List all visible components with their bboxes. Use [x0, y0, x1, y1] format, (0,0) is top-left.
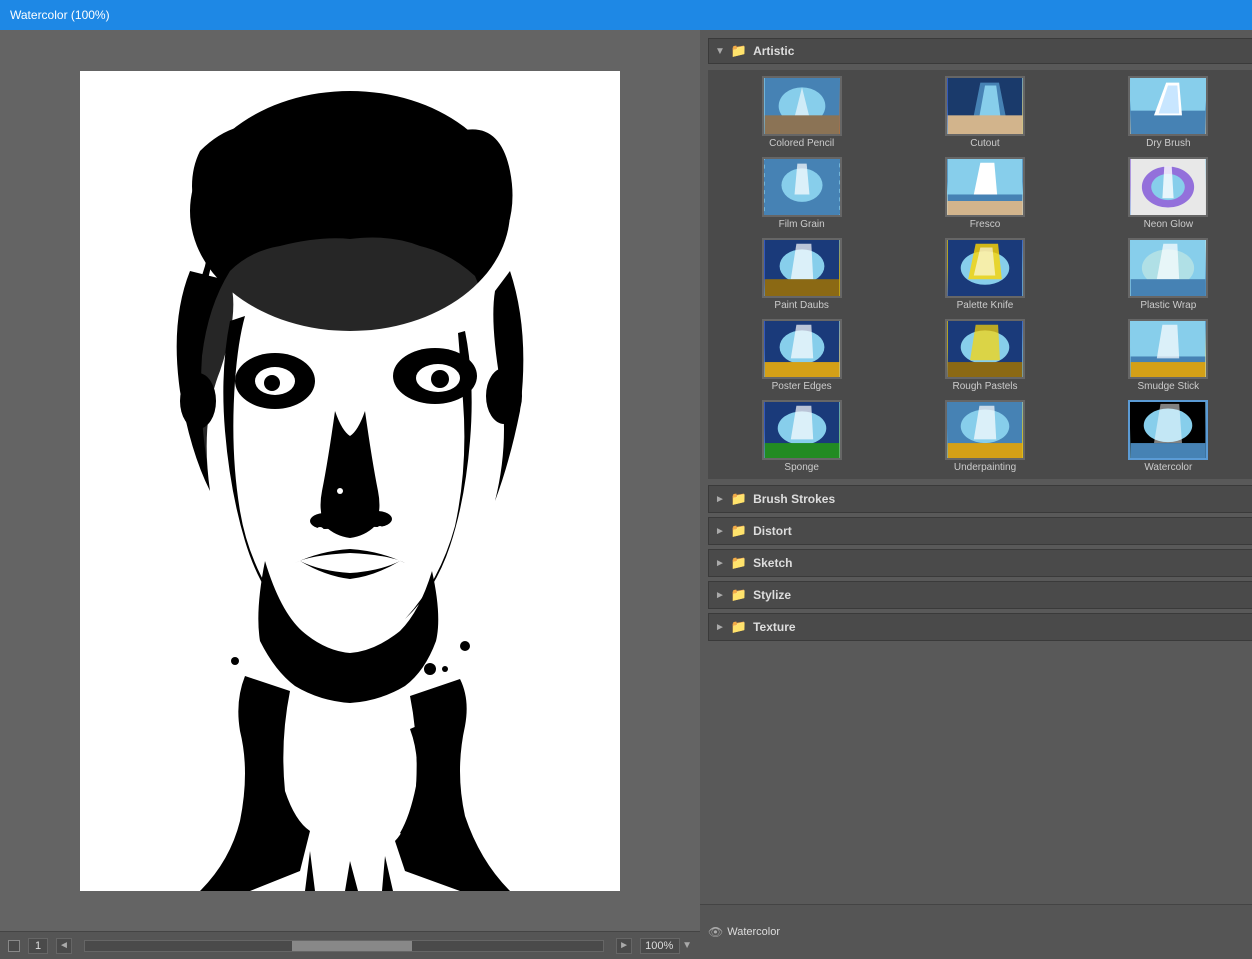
texture-expand-arrow: ►	[715, 622, 725, 633]
filter-thumb-poster-edges	[762, 319, 842, 379]
artistic-category-header[interactable]: ▼ 📁 Artistic	[708, 38, 1252, 64]
filter-list-panel: ▼ 📁 Artistic Colored Pencil	[700, 30, 1252, 904]
filter-name-neon-glow: Neon Glow	[1144, 219, 1193, 230]
filter-thumb-colored-pencil	[762, 76, 842, 136]
filter-name-plastic-wrap: Plastic Wrap	[1140, 300, 1196, 311]
filter-palette-knife[interactable]: Palette Knife	[895, 236, 1074, 313]
filter-name-dry-brush: Dry Brush	[1146, 138, 1190, 149]
texture-folder-icon: 📁	[731, 619, 747, 635]
filter-film-grain[interactable]: Film Grain	[712, 155, 891, 232]
filter-thumb-smudge-stick	[1128, 319, 1208, 379]
filter-fresco[interactable]: Fresco	[895, 155, 1074, 232]
filter-thumb-paint-daubs	[762, 238, 842, 298]
effect-watercolor-item[interactable]: 👁 Watercolor	[708, 925, 780, 939]
filter-thumb-neon-glow	[1128, 157, 1208, 217]
filter-thumb-dry-brush	[1128, 76, 1208, 136]
filter-name-palette-knife: Palette Knife	[957, 300, 1014, 311]
horizontal-scrollbar[interactable]	[84, 940, 604, 952]
filter-thumb-rough-pastels	[945, 319, 1025, 379]
scroll-right-arrow[interactable]: ►	[616, 938, 632, 954]
filter-rough-pastels[interactable]: Rough Pastels	[895, 317, 1074, 394]
filter-name-watercolor: Watercolor	[1144, 462, 1192, 473]
effects-list: 👁 Watercolor 🗒 🗑	[700, 904, 1252, 959]
distort-label: Distort	[753, 524, 792, 538]
filter-poster-edges[interactable]: Poster Edges	[712, 317, 891, 394]
scroll-left-arrow[interactable]: ◄	[56, 938, 72, 954]
filter-name-cutout: Cutout	[970, 138, 999, 149]
filter-colored-pencil[interactable]: Colored Pencil	[712, 74, 891, 151]
filter-grid: Colored Pencil Cutout Dry	[708, 70, 1252, 479]
sketch-expand-arrow: ►	[715, 558, 725, 569]
title-bar: Watercolor (100%)	[0, 0, 1252, 30]
zoom-value[interactable]: 100%	[640, 938, 680, 954]
filter-dry-brush[interactable]: Dry Brush	[1079, 74, 1252, 151]
filter-neon-glow[interactable]: Neon Glow	[1079, 155, 1252, 232]
filter-sponge[interactable]: Sponge	[712, 398, 891, 475]
stylize-label: Stylize	[753, 588, 791, 602]
texture-label: Texture	[753, 620, 795, 634]
sketch-label: Sketch	[753, 556, 792, 570]
filter-name-film-grain: Film Grain	[779, 219, 825, 230]
filter-name-poster-edges: Poster Edges	[772, 381, 832, 392]
canvas-image	[80, 71, 620, 891]
category-sketch[interactable]: ► 📁 Sketch	[708, 549, 1252, 577]
category-brush-strokes[interactable]: ► 📁 Brush Strokes	[708, 485, 1252, 513]
brush-strokes-label: Brush Strokes	[753, 492, 835, 506]
filter-thumb-palette-knife	[945, 238, 1025, 298]
category-stylize[interactable]: ► 📁 Stylize	[708, 581, 1252, 609]
canvas-bottom-bar: 1 ◄ ► 100% ▼	[0, 931, 700, 959]
canvas-container	[0, 30, 700, 931]
stylize-expand-arrow: ►	[715, 590, 725, 601]
zoom-dropdown-arrow[interactable]: ▼	[682, 940, 692, 951]
filter-underpainting[interactable]: Underpainting	[895, 398, 1074, 475]
filter-paint-daubs[interactable]: Paint Daubs	[712, 236, 891, 313]
top-right-area: ▼ 📁 Artistic Colored Pencil	[700, 30, 1252, 904]
filter-smudge-stick[interactable]: Smudge Stick	[1079, 317, 1252, 394]
filter-cutout[interactable]: Cutout	[895, 74, 1074, 151]
filter-thumb-cutout	[945, 76, 1025, 136]
artistic-label: Artistic	[753, 44, 794, 58]
distort-expand-arrow: ►	[715, 526, 725, 537]
checkbox-1[interactable]	[8, 940, 20, 952]
stylize-folder-icon: 📁	[731, 587, 747, 603]
canvas-area: 1 ◄ ► 100% ▼	[0, 30, 700, 959]
artistic-folder-icon: 📁	[731, 43, 747, 59]
filter-thumb-watercolor	[1128, 400, 1208, 460]
filter-name-fresco: Fresco	[970, 219, 1001, 230]
filter-thumb-underpainting	[945, 400, 1025, 460]
category-texture[interactable]: ► 📁 Texture	[708, 613, 1252, 641]
brush-strokes-folder-icon: 📁	[731, 491, 747, 507]
scroll-thumb[interactable]	[292, 941, 412, 951]
filter-thumb-film-grain	[762, 157, 842, 217]
brush-strokes-expand-arrow: ►	[715, 494, 725, 505]
filter-name-underpainting: Underpainting	[954, 462, 1016, 473]
right-wrapper: ▼ 📁 Artistic Colored Pencil	[700, 30, 1252, 959]
eye-icon[interactable]: 👁	[708, 925, 723, 939]
artistic-expand-arrow: ▼	[715, 46, 725, 57]
page-number: 1	[28, 938, 48, 954]
filter-thumb-plastic-wrap	[1128, 238, 1208, 298]
filter-name-paint-daubs: Paint Daubs	[774, 300, 828, 311]
filter-thumb-fresco	[945, 157, 1025, 217]
window-title: Watercolor (100%)	[10, 8, 110, 22]
effect-label: Watercolor	[727, 926, 780, 938]
filter-name-rough-pastels: Rough Pastels	[952, 381, 1017, 392]
filter-name-smudge-stick: Smudge Stick	[1137, 381, 1199, 392]
zoom-control: 100% ▼	[640, 938, 692, 954]
category-distort[interactable]: ► 📁 Distort	[708, 517, 1252, 545]
filter-plastic-wrap[interactable]: Plastic Wrap	[1079, 236, 1252, 313]
filter-name-colored-pencil: Colored Pencil	[769, 138, 834, 149]
sketch-folder-icon: 📁	[731, 555, 747, 571]
distort-folder-icon: 📁	[731, 523, 747, 539]
filter-name-sponge: Sponge	[784, 462, 818, 473]
filter-watercolor[interactable]: Watercolor	[1079, 398, 1252, 475]
filter-thumb-sponge	[762, 400, 842, 460]
